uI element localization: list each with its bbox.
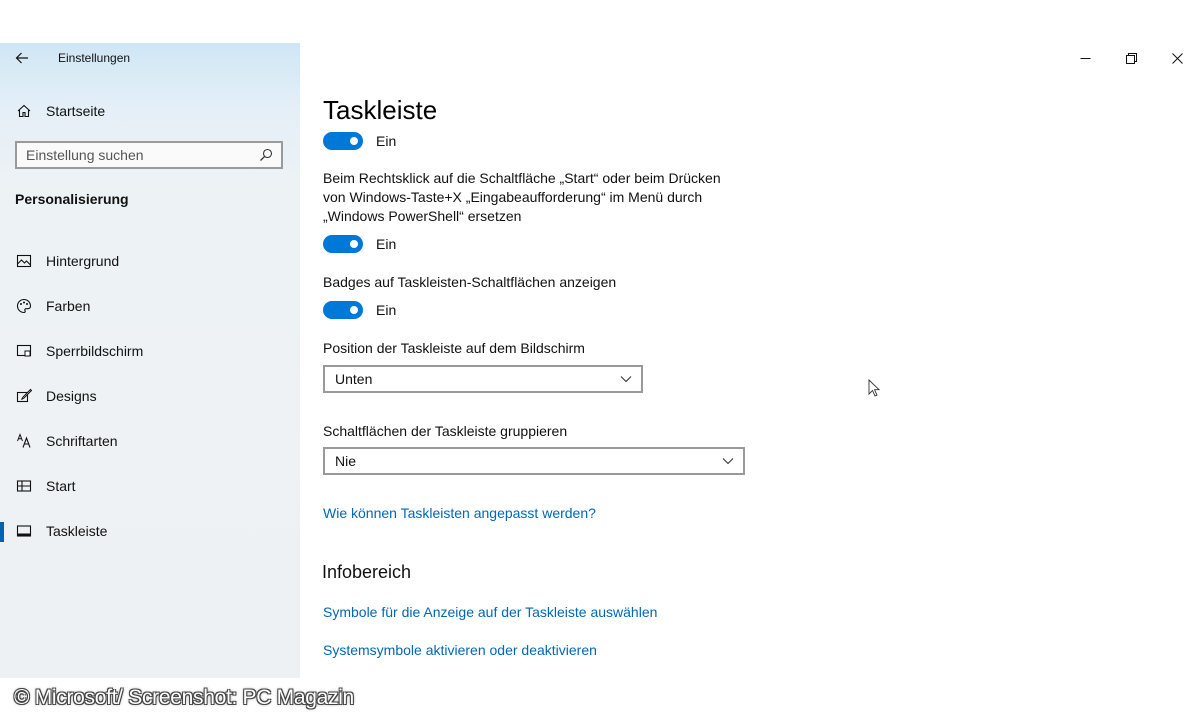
toggle-switch-powershell[interactable] <box>323 235 363 253</box>
main-content: Taskleiste Ein Beim Rechtsklick auf die … <box>322 0 1183 720</box>
sidebar-item-fonts[interactable]: Schriftarten <box>0 418 300 463</box>
sidebar-item-home[interactable]: Startseite <box>0 95 300 127</box>
search-input[interactable] <box>17 142 259 168</box>
search-icon[interactable] <box>259 148 273 162</box>
system-icons-link[interactable]: Systemsymbole aktivieren oder deaktivier… <box>323 642 597 658</box>
sidebar-item-label: Schriftarten <box>46 432 118 449</box>
arrow-left-icon <box>15 52 28 64</box>
powershell-description: Beim Rechtsklick auf die Schaltfläche „S… <box>323 170 721 224</box>
image-icon <box>16 253 32 269</box>
mouse-cursor-icon <box>868 379 880 397</box>
sidebar-item-colors[interactable]: Farben <box>0 283 300 328</box>
sidebar-item-label: Sperrbildschirm <box>46 342 144 359</box>
back-button[interactable] <box>0 43 44 73</box>
sidebar-item-label: Taskleiste <box>46 522 108 539</box>
titlebar-left: Einstellungen <box>0 43 300 73</box>
chevron-down-icon <box>722 458 734 465</box>
start-menu-icon <box>16 478 32 494</box>
sidebar-item-label: Start <box>46 477 76 494</box>
help-link[interactable]: Wie können Taskleisten angepasst werden? <box>323 505 596 521</box>
toggle-label-1: Ein <box>376 133 397 149</box>
group-dropdown[interactable]: Nie <box>323 447 745 475</box>
toggle-label-2: Ein <box>376 236 397 252</box>
palette-icon <box>16 298 32 314</box>
toggle-row-2: Ein <box>323 235 396 253</box>
font-icon <box>16 432 32 449</box>
toggle-row-3: Ein <box>323 301 396 319</box>
sidebar-item-designs[interactable]: Designs <box>0 373 300 418</box>
position-label: Position der Taskleiste auf dem Bildschi… <box>323 340 585 356</box>
position-dropdown-value: Unten <box>335 371 373 387</box>
badges-description: Badges auf Taskleisten-Schaltflächen anz… <box>323 274 617 290</box>
lock-screen-icon <box>16 343 32 359</box>
sidebar-item-lockscreen[interactable]: Sperrbildschirm <box>0 328 300 373</box>
watermark: © Microsoft/ Screenshot: PC Magazin <box>14 686 354 709</box>
sidebar-item-taskbar[interactable]: Taskleiste <box>0 508 300 553</box>
sidebar-item-label: Hintergrund <box>46 252 120 269</box>
home-label: Startseite <box>46 103 106 119</box>
sidebar-item-start[interactable]: Start <box>0 463 300 508</box>
sidebar-item-label: Farben <box>46 297 91 314</box>
toggle-row-1: Ein <box>323 132 396 150</box>
toggle-switch-badges[interactable] <box>323 301 363 319</box>
app-title: Einstellungen <box>58 51 131 65</box>
chevron-down-icon <box>620 376 632 383</box>
position-dropdown[interactable]: Unten <box>323 365 643 393</box>
sidebar-nav: Hintergrund Farben Sperrbildschirm Desig… <box>0 238 300 553</box>
group-label: Schaltflächen der Taskleiste gruppieren <box>323 423 568 439</box>
info-heading: Infobereich <box>322 562 412 582</box>
toggle-label-3: Ein <box>376 302 397 318</box>
settings-window: Einstellungen Startseite Personalisierun… <box>0 0 1200 720</box>
select-taskbar-icons-link[interactable]: Symbole für die Anzeige auf der Taskleis… <box>323 604 657 620</box>
brush-icon <box>16 388 32 404</box>
sidebar-item-background[interactable]: Hintergrund <box>0 238 300 283</box>
sidebar: Einstellungen Startseite Personalisierun… <box>0 43 300 678</box>
section-label-personalization: Personalisierung <box>15 191 129 207</box>
page-title: Taskleiste <box>323 95 438 125</box>
group-dropdown-value: Nie <box>335 453 357 469</box>
sidebar-item-label: Designs <box>46 387 97 404</box>
taskbar-icon <box>16 523 32 539</box>
toggle-switch-1[interactable] <box>323 132 363 150</box>
search-box[interactable] <box>15 141 283 169</box>
home-icon <box>16 103 32 119</box>
